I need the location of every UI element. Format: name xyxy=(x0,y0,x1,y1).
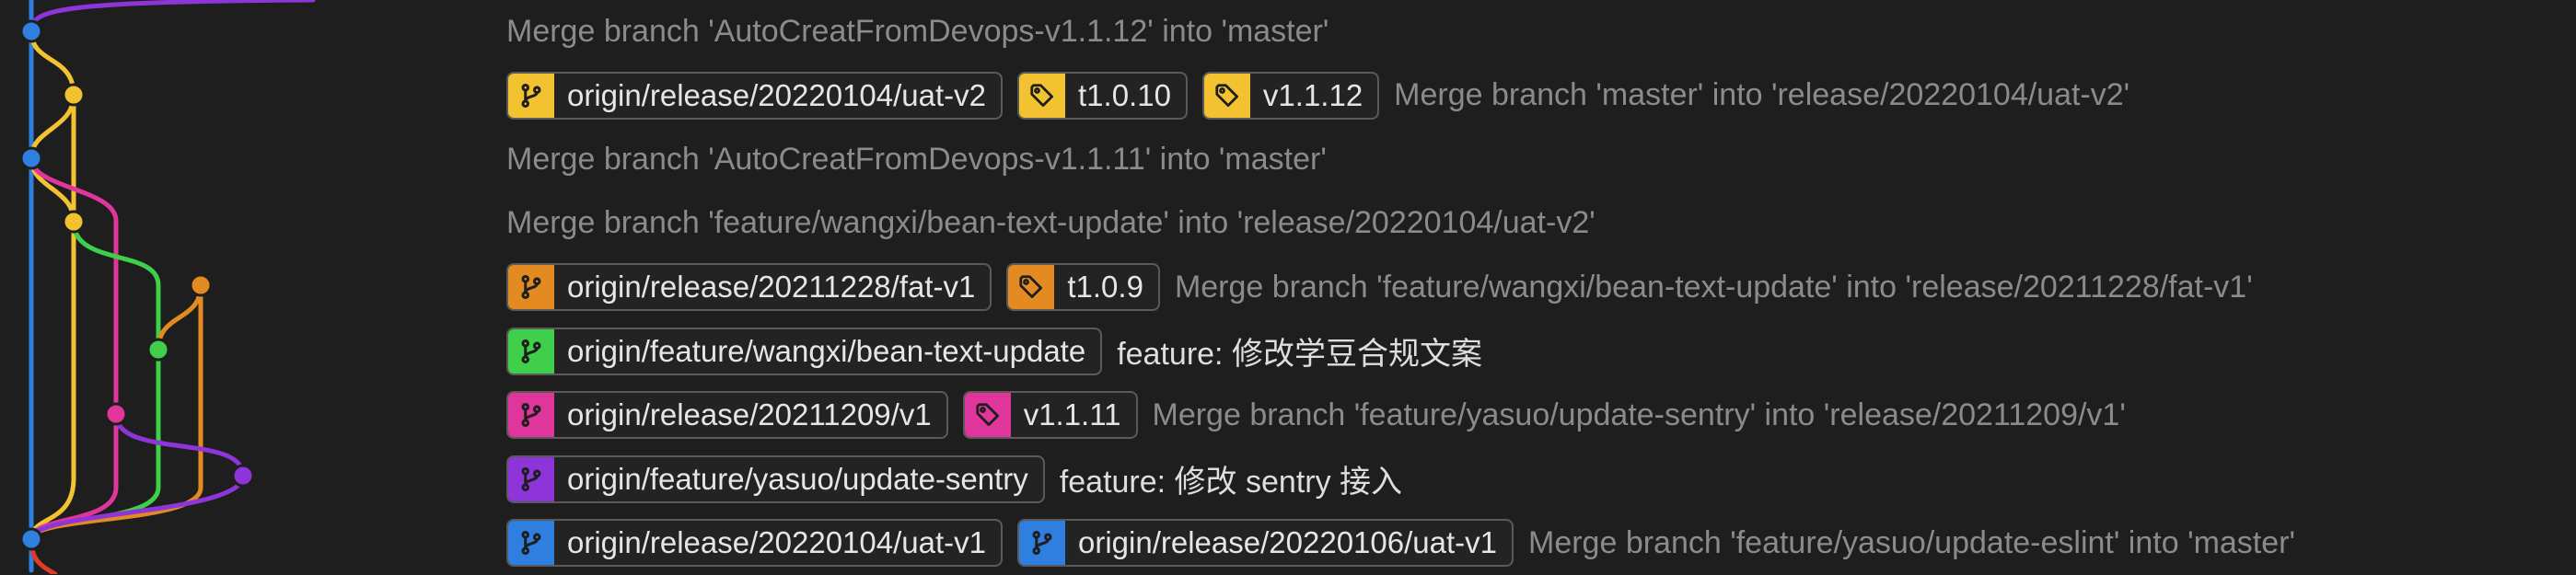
tag-ref[interactable]: v1.1.12 xyxy=(1202,72,1379,120)
ref-label: origin/release/20211209/v1 xyxy=(554,393,946,437)
ref-label: origin/feature/yasuo/update-sentry xyxy=(554,457,1043,501)
tag-icon xyxy=(1008,265,1054,309)
ref-label: origin/release/20220104/uat-v1 xyxy=(554,521,1001,565)
commit-row[interactable]: Merge branch 'feature/wangxi/bean-text-u… xyxy=(506,191,2569,256)
branch-ref[interactable]: origin/release/20220106/uat-v1 xyxy=(1017,519,1514,567)
commit-message: Merge branch 'feature/wangxi/bean-text-u… xyxy=(506,205,1595,241)
commit-graph xyxy=(0,0,497,574)
ref-label: origin/release/20220106/uat-v1 xyxy=(1065,521,1512,565)
commit-row[interactable]: origin/feature/yasuo/update-sentry featur… xyxy=(506,447,2569,512)
tag-ref[interactable]: t1.0.9 xyxy=(1006,263,1160,311)
ref-label: t1.0.9 xyxy=(1054,265,1158,309)
ref-label: t1.0.10 xyxy=(1065,74,1186,118)
commit-message: Merge branch 'feature/yasuo/update-eslin… xyxy=(1528,525,2295,561)
branch-ref[interactable]: origin/feature/yasuo/update-sentry xyxy=(506,455,1045,503)
tag-icon xyxy=(1019,74,1065,118)
commit-message: feature: 修改学豆合规文案 xyxy=(1117,328,1482,374)
graph-edge-purple-top xyxy=(31,0,313,31)
tag-icon xyxy=(1204,74,1250,118)
commit-dot xyxy=(64,85,84,105)
commit-list: Merge branch 'AutoCreatFromDevops-v1.1.1… xyxy=(506,0,2569,575)
commit-dot xyxy=(64,212,84,232)
branch-icon xyxy=(508,521,554,565)
branch-icon xyxy=(508,457,554,501)
commit-row[interactable]: Merge branch 'AutoCreatFromDevops-v1.1.1… xyxy=(506,128,2569,192)
commit-message: Merge branch 'AutoCreatFromDevops-v1.1.1… xyxy=(506,142,1327,178)
commit-row[interactable]: origin/release/20220104/uat-v1 origin/rel… xyxy=(506,512,2569,575)
branch-icon xyxy=(508,329,554,374)
commit-dot xyxy=(148,339,168,360)
branch-icon xyxy=(508,265,554,309)
ref-label: origin/release/20220104/uat-v2 xyxy=(554,74,1001,118)
ref-label: v1.1.11 xyxy=(1011,393,1136,437)
branch-icon xyxy=(1019,521,1065,565)
commit-message: Merge branch 'master' into 'release/2022… xyxy=(1394,77,2129,113)
ref-label: origin/feature/wangxi/bean-text-update xyxy=(554,329,1100,374)
branch-ref[interactable]: origin/release/20211228/fat-v1 xyxy=(506,263,992,311)
commit-dot xyxy=(191,275,211,295)
graph-edge-orange-green xyxy=(158,285,201,350)
commit-row[interactable]: origin/release/20211228/fat-v1 t1.0.9 Merg… xyxy=(506,256,2569,320)
commit-dot xyxy=(233,466,253,486)
commit-dot xyxy=(106,404,126,424)
commit-message: feature: 修改 sentry 接入 xyxy=(1060,456,1402,501)
tag-ref[interactable]: t1.0.10 xyxy=(1017,72,1188,120)
branch-icon xyxy=(508,74,554,118)
tag-ref[interactable]: v1.1.11 xyxy=(963,391,1138,439)
commit-dot xyxy=(21,148,41,168)
commit-row[interactable]: origin/feature/wangxi/bean-text-update fe… xyxy=(506,319,2569,384)
branch-ref[interactable]: origin/release/20220104/uat-v1 xyxy=(506,519,1003,567)
commit-dot xyxy=(21,21,41,41)
branch-ref[interactable]: origin/release/20211209/v1 xyxy=(506,391,948,439)
commit-message: Merge branch 'AutoCreatFromDevops-v1.1.1… xyxy=(506,14,1329,50)
tag-icon xyxy=(965,393,1011,437)
commit-row[interactable]: origin/release/20211209/v1 v1.1.11 Merge b… xyxy=(506,384,2569,448)
branch-ref[interactable]: origin/feature/wangxi/bean-text-update xyxy=(506,328,1102,375)
branch-icon xyxy=(508,393,554,437)
ref-label: v1.1.12 xyxy=(1250,74,1377,118)
commit-row[interactable]: Merge branch 'AutoCreatFromDevops-v1.1.1… xyxy=(506,0,2569,63)
branch-ref[interactable]: origin/release/20220104/uat-v2 xyxy=(506,72,1003,120)
ref-label: origin/release/20211228/fat-v1 xyxy=(554,265,990,309)
commit-message: Merge branch 'feature/wangxi/bean-text-u… xyxy=(1175,270,2253,305)
graph-edge-purple-1 xyxy=(116,414,243,476)
commit-message: Merge branch 'feature/yasuo/update-sentr… xyxy=(1153,397,2126,433)
commit-dot xyxy=(21,529,41,549)
commit-row[interactable]: origin/release/20220104/uat-v2 t1.0.10 v1.… xyxy=(506,63,2569,128)
